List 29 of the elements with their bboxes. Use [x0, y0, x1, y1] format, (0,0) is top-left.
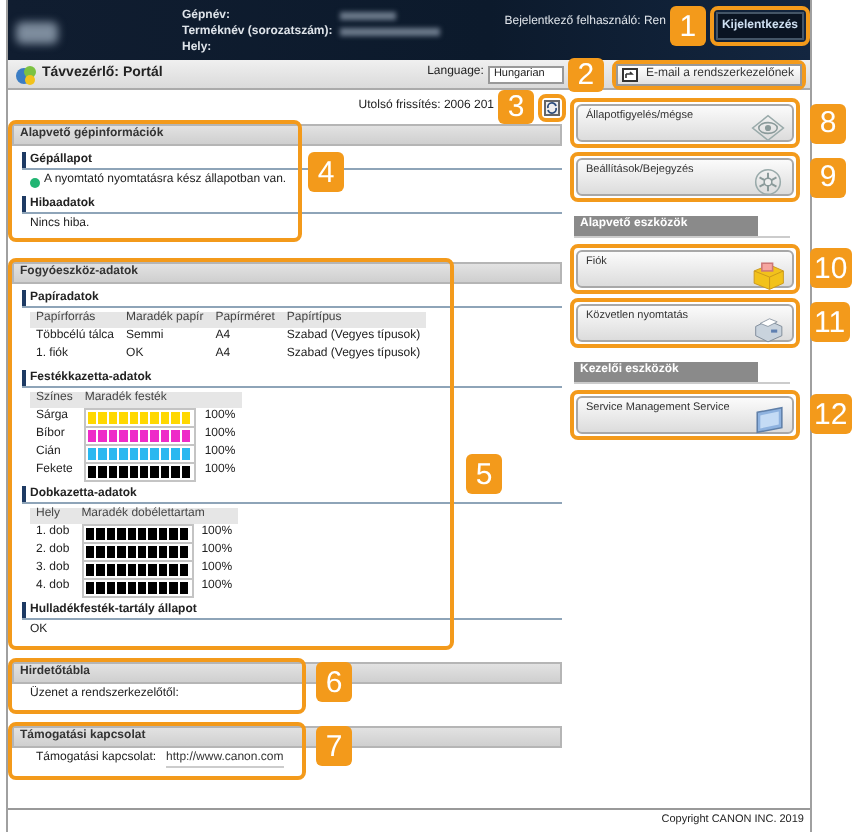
blurred-logo: [16, 22, 58, 44]
portal-icon: [14, 63, 36, 85]
callout-badge: 9: [810, 157, 846, 197]
blurred-value: [340, 12, 397, 20]
level-bar: [81, 559, 194, 579]
level-bar: [81, 577, 194, 597]
callout-badge: 8: [810, 103, 846, 143]
refresh-icon: [544, 99, 560, 115]
callout-badge: 6: [316, 662, 352, 702]
callout-badge: 12: [810, 394, 852, 435]
refresh-button[interactable]: [544, 99, 560, 115]
callout-badge: 1: [669, 6, 706, 46]
level-bar: [84, 407, 197, 427]
callout-badge: 7: [316, 726, 352, 766]
callout-badge: 11: [810, 302, 850, 343]
level-bar: [84, 425, 197, 445]
box-icon: [748, 257, 788, 290]
mail-icon: [621, 67, 638, 81]
callout-badge: 2: [567, 57, 604, 91]
callout-badge: 4: [308, 152, 344, 192]
level-bar: [84, 461, 197, 481]
callout-badge: 3: [498, 90, 534, 124]
callout-badge: 10: [810, 248, 852, 289]
callout-badge: 5: [466, 454, 502, 494]
level-bar: [84, 443, 197, 463]
level-bar: [81, 523, 194, 543]
blurred-value: [340, 28, 441, 36]
eye-icon: [748, 112, 788, 144]
level-bar: [81, 541, 194, 561]
